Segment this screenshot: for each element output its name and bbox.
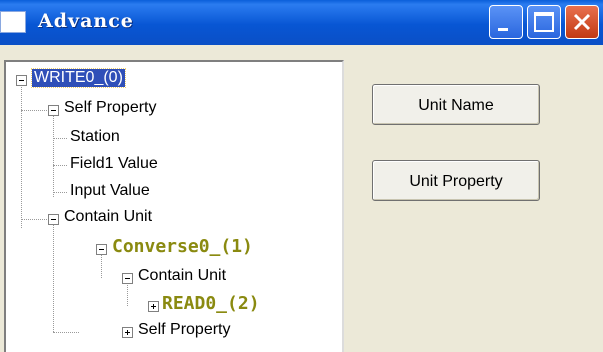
tree-connector [21, 80, 22, 228]
close-icon [573, 13, 591, 31]
tree-connector [53, 115, 54, 197]
tree-node-read0[interactable]: READ0_(2) [162, 293, 260, 314]
title-bar[interactable]: Advance [0, 0, 603, 45]
window-title: Advance [38, 10, 134, 32]
tree-node-contain-unit[interactable]: Contain Unit [64, 208, 152, 226]
unit-property-button[interactable]: Unit Property [372, 160, 540, 201]
tree-connector [53, 332, 79, 333]
dialog-body: WRITE0_(0) Self Property Station Field1 … [0, 45, 603, 352]
tree-connector [101, 254, 102, 278]
tree-node-station[interactable]: Station [70, 128, 120, 146]
tree-connector [21, 110, 47, 111]
collapse-icon[interactable] [16, 75, 27, 86]
expand-icon[interactable] [148, 301, 159, 312]
tree-node-write0[interactable]: WRITE0_(0) [31, 68, 126, 88]
unit-name-button[interactable]: Unit Name [372, 84, 540, 125]
collapse-icon[interactable] [122, 273, 133, 284]
tree-connector [53, 165, 67, 166]
tree-connector [53, 224, 54, 332]
maximize-icon [534, 12, 554, 32]
tree-node-converse0[interactable]: Converse0_(1) [112, 236, 253, 257]
tree-connector [53, 192, 67, 193]
tree-node-converse-contain-unit[interactable]: Contain Unit [138, 267, 226, 285]
collapse-icon[interactable] [48, 214, 59, 225]
unit-tree-view[interactable]: WRITE0_(0) Self Property Station Field1 … [4, 60, 344, 352]
collapse-icon[interactable] [96, 244, 107, 255]
minimize-button[interactable] [489, 5, 523, 39]
tree-connector [21, 219, 47, 220]
expand-icon[interactable] [122, 327, 133, 338]
close-button[interactable] [565, 5, 599, 39]
tree-node-input-value[interactable]: Input Value [70, 182, 150, 200]
minimize-icon [498, 28, 508, 31]
tree-node-self-property[interactable]: Self Property [64, 99, 156, 117]
tree-node-converse-self-property[interactable]: Self Property [138, 321, 230, 339]
app-icon[interactable] [0, 11, 26, 33]
collapse-icon[interactable] [48, 105, 59, 116]
maximize-button[interactable] [527, 5, 561, 39]
tree-node-field1-value[interactable]: Field1 Value [70, 155, 158, 173]
tree-connector [53, 138, 67, 139]
